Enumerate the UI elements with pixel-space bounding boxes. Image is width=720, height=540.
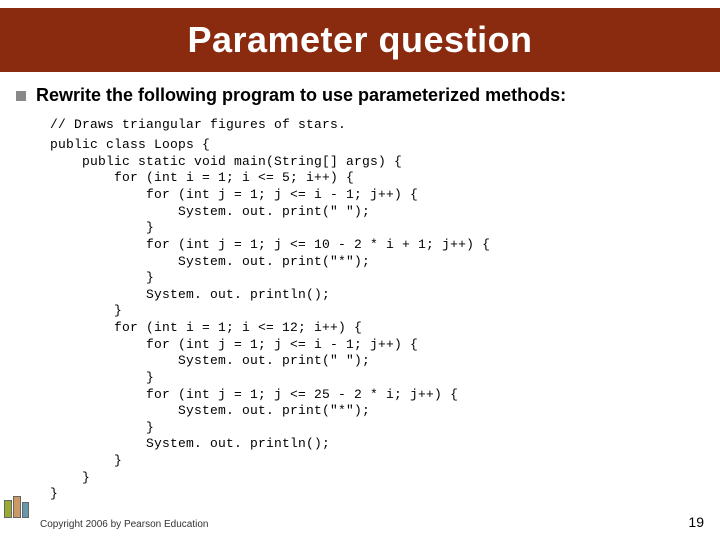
page-number: 19 — [688, 514, 704, 530]
square-bullet-icon — [16, 91, 26, 101]
code-body: public class Loops { public static void … — [50, 137, 490, 501]
slide-body: Rewrite the following program to use par… — [16, 84, 704, 503]
slide-title: Parameter question — [187, 19, 532, 61]
code-block: // Draws triangular figures of stars. pub… — [50, 117, 704, 503]
copyright-footer: Copyright 2006 by Pearson Education — [40, 519, 208, 530]
code-comment: // Draws triangular figures of stars. — [50, 117, 704, 134]
bullet-row: Rewrite the following program to use par… — [16, 84, 704, 107]
bullet-text: Rewrite the following program to use par… — [36, 84, 566, 107]
slide: Parameter question Rewrite the following… — [0, 0, 720, 540]
books-icon — [4, 494, 30, 518]
title-bar: Parameter question — [0, 8, 720, 72]
